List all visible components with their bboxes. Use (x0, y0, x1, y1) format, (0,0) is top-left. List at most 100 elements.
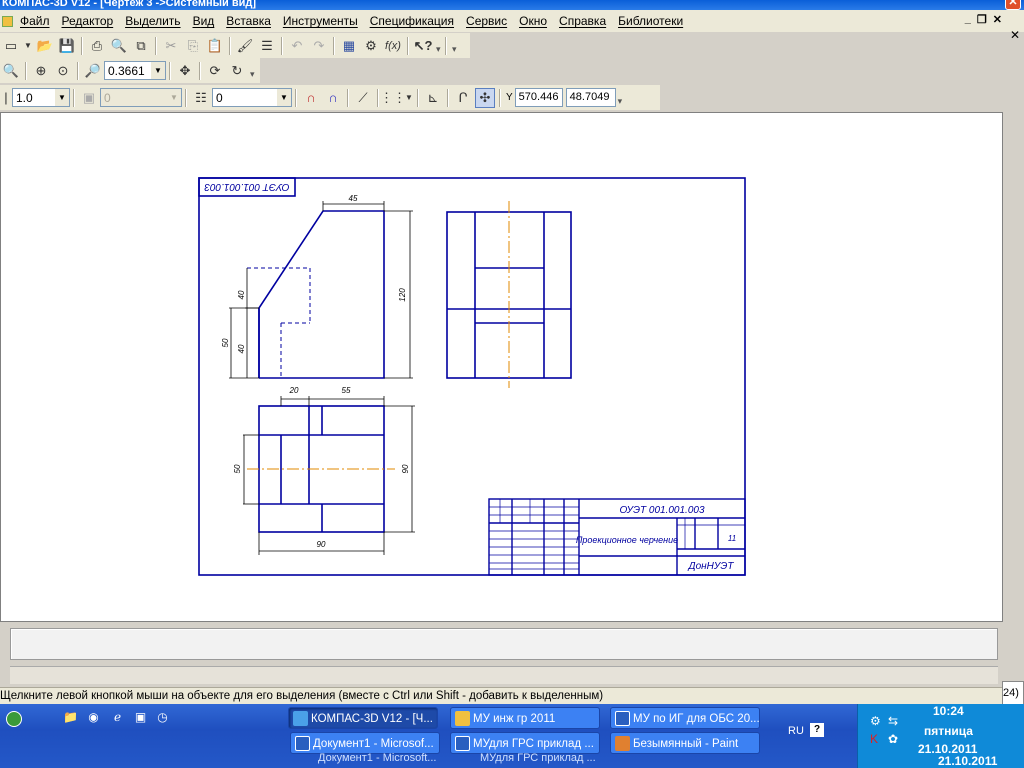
separator (229, 36, 231, 55)
task-button-word-3[interactable]: МУдля ГРС приклад ... (450, 732, 600, 754)
zoom-combo[interactable]: 0.3661 ▼ (104, 61, 166, 80)
document-icon[interactable] (2, 15, 13, 27)
task-button-kompas[interactable]: КОМПАС-3D V12 - [Ч... (288, 707, 438, 729)
chevron-down-icon[interactable]: ▼ (151, 62, 165, 79)
restore-icon[interactable]: ❐ (977, 13, 987, 26)
print-preview-icon[interactable]: 🔍 (109, 36, 129, 56)
drawing-workspace[interactable]: ОУЭТ 001.001.003 ОУЭТ 001.001.003 Проекц… (0, 112, 1003, 622)
folder-icon[interactable]: 📁 (62, 709, 79, 726)
new-document-icon[interactable]: ▭ (1, 36, 21, 56)
window-close-button[interactable]: ✕ (1005, 0, 1021, 10)
tray-app-icon[interactable]: ⚙ (870, 714, 881, 728)
cut-icon[interactable]: ✂ (161, 36, 181, 56)
word-icon (295, 736, 310, 751)
zoom-value: 0.3661 (108, 63, 145, 78)
tray-antivirus-icon[interactable]: K (870, 732, 878, 746)
new-dropdown-icon[interactable]: ▼ (23, 36, 33, 56)
word-icon (615, 711, 630, 726)
paste-icon[interactable]: 📋 (205, 36, 225, 56)
properties-icon[interactable]: ☰ (257, 36, 277, 56)
menu-select[interactable]: Выделить (119, 11, 186, 31)
close-icon[interactable]: ✕ (993, 13, 1002, 26)
panel-close-icon[interactable]: ✕ (1010, 28, 1020, 42)
grid-icon[interactable]: ⋮⋮ (380, 88, 406, 108)
coord-x-field[interactable]: 570.446 (514, 88, 563, 107)
pan-icon[interactable]: ✥ (175, 61, 195, 81)
toolbar-grip[interactable]: ▾ (618, 89, 624, 107)
ortho-icon[interactable]: ⟋ (353, 88, 373, 108)
zoom-all-icon[interactable]: ⊙ (53, 61, 73, 81)
clock-app-icon[interactable]: ◷ (154, 709, 171, 726)
chevron-down-icon[interactable]: ▼ (167, 89, 181, 106)
separator (447, 88, 449, 107)
round-icon[interactable]: Ր (453, 88, 473, 108)
menu-insert[interactable]: Вставка (220, 11, 277, 31)
coord-y-field[interactable]: 48.7049 (565, 88, 616, 107)
menu-specification[interactable]: Спецификация (364, 11, 460, 31)
task-button-word-1[interactable]: МУ по ИГ для ОБС 20... (610, 707, 760, 729)
view-toolbar: 🔍 ⊕ ⊙ 🔎 0.3661 ▼ ✥ ⟳ ↻ ▾ (0, 58, 260, 83)
start-icon[interactable] (6, 711, 22, 727)
drawing-canvas[interactable]: ОУЭТ 001.001.003 ОУЭТ 001.001.003 Проекц… (1, 113, 1002, 621)
toolbar-grip[interactable]: ▾ (452, 37, 458, 55)
menu-file[interactable]: Файл (14, 11, 56, 31)
snap-toggle-icon[interactable]: ✣ (475, 87, 495, 108)
status-fragment: 24) (1002, 681, 1024, 705)
undo-icon[interactable]: ↶ (287, 36, 307, 56)
chevron-down-icon[interactable]: ▼ (277, 89, 291, 106)
format-brush-icon[interactable]: 🖌 (235, 36, 255, 56)
property-panel-box[interactable] (10, 628, 998, 660)
help-icon[interactable]: ? (810, 723, 824, 737)
menu-view[interactable]: Вид (187, 11, 221, 31)
open-icon[interactable]: 📂 (35, 36, 55, 56)
separator (169, 61, 171, 80)
task-label: Документ1 - Microsof... (313, 738, 434, 750)
browser-icon[interactable]: ◉ (85, 709, 102, 726)
separator (281, 36, 283, 55)
tray-messenger-icon[interactable]: ✿ (888, 732, 898, 746)
toolbar-grip[interactable]: ▾ (250, 62, 256, 80)
menu-help[interactable]: Справка (553, 11, 612, 31)
redo-icon[interactable]: ↷ (309, 36, 329, 56)
redraw-icon[interactable]: ↻ (227, 61, 247, 81)
variables-icon[interactable]: ⚙ (361, 36, 381, 56)
separator (199, 61, 201, 80)
preview-icon[interactable]: ⧉ (131, 36, 151, 56)
manager-icon[interactable]: ▦ (339, 36, 359, 56)
zoom-window-icon[interactable]: ⊕ (31, 61, 51, 81)
copy-icon[interactable]: ⎘ (183, 36, 203, 56)
save-icon[interactable]: 💾 (57, 36, 77, 56)
menu-window[interactable]: Окно (513, 11, 553, 31)
style-icon[interactable]: ▣ (79, 88, 99, 108)
app-icon[interactable]: ▣ (132, 709, 149, 726)
chevron-down-icon[interactable]: ▼ (55, 89, 69, 106)
grid-dropdown-icon[interactable]: ▼ (405, 88, 413, 108)
magnet-local-icon[interactable]: ∩ (323, 88, 343, 108)
line-scale-combo[interactable]: 1.0 ▼ (12, 88, 70, 107)
local-cs-icon[interactable]: ⊾ (423, 88, 443, 108)
language-indicator[interactable]: RU (788, 725, 804, 737)
task-button-word-2[interactable]: Документ1 - Microsof... (290, 732, 440, 754)
magnet-snap-icon[interactable]: ∩ (301, 88, 321, 108)
line-style-icon[interactable]: | (1, 88, 11, 108)
menu-edit[interactable]: Редактор (56, 11, 120, 31)
ie-icon[interactable]: ℯ (109, 709, 126, 726)
help-pointer-icon[interactable]: ↖? (413, 36, 433, 56)
menu-tools[interactable]: Инструменты (277, 11, 364, 31)
layer-combo[interactable]: 0 ▼ (212, 88, 292, 107)
task-button-paint[interactable]: Безымянный - Paint (610, 732, 760, 754)
tray-network-icon[interactable]: ⇆ (888, 714, 898, 728)
style-combo[interactable]: 0 ▼ (100, 88, 182, 107)
zoom-in-icon[interactable]: 🔎 (83, 61, 103, 81)
menu-service[interactable]: Сервис (460, 11, 513, 31)
zoom-icon[interactable]: 🔍 (1, 61, 21, 81)
layers-icon[interactable]: ☷ (191, 88, 211, 108)
menu-libraries[interactable]: Библиотеки (612, 11, 689, 31)
dim-left-lower: 40 (237, 344, 246, 353)
refresh-icon[interactable]: ⟳ (205, 61, 225, 81)
function-icon[interactable]: f(x) (383, 36, 403, 56)
minimize-icon[interactable]: _ (965, 13, 971, 26)
toolbar-grip[interactable]: ▾ (436, 37, 442, 55)
print-icon[interactable]: ⎙ (87, 36, 107, 56)
task-button-folder[interactable]: МУ инж гр 2011 (450, 707, 600, 729)
